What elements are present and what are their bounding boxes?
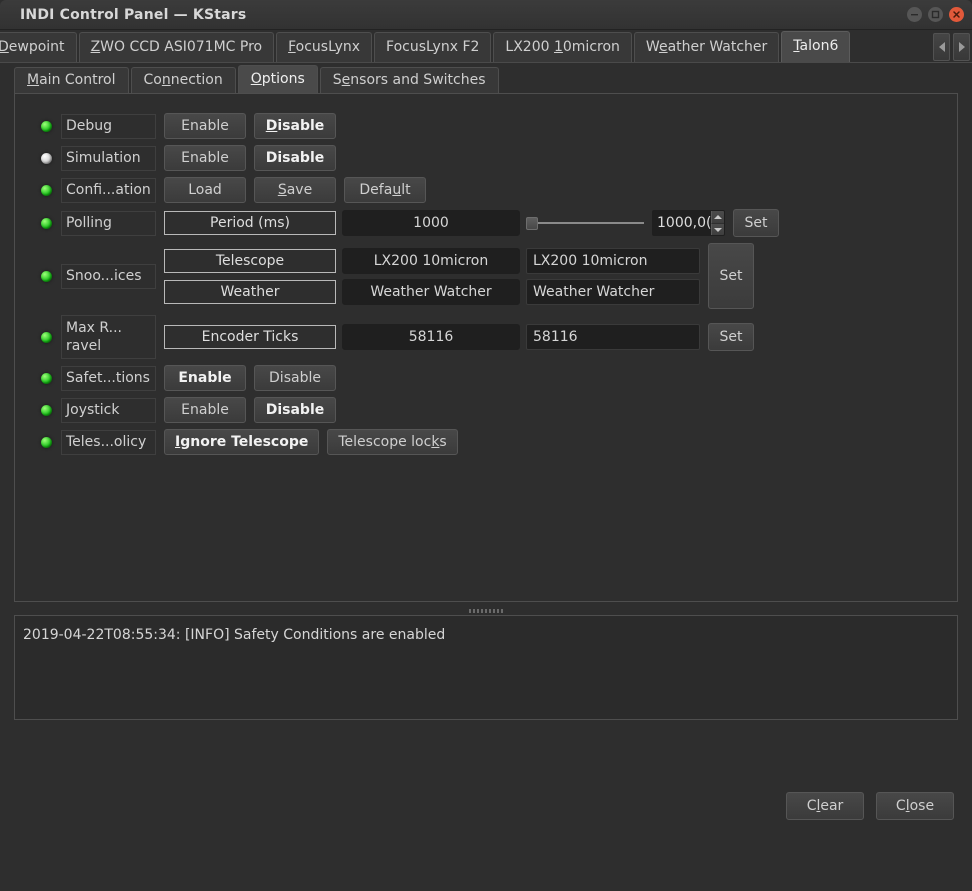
polling-slider-groove xyxy=(534,222,644,224)
property-label-configuration: Confi...ation xyxy=(61,177,156,203)
telescope-locks-button[interactable]: Telescope locks xyxy=(327,429,458,455)
log-pane[interactable]: 2019-04-22T08:55:34: [INFO] Safety Condi… xyxy=(14,615,958,720)
led-icon-safety-conditions xyxy=(41,372,52,384)
property-label-max-ravel-travel: Max R... ravel xyxy=(61,315,156,359)
maximize-icon[interactable] xyxy=(928,7,943,22)
snoop-telescope-value: LX200 10micron xyxy=(342,247,520,274)
led-icon-max-ravel-travel xyxy=(41,331,52,343)
joystick-enable-button[interactable]: Enable xyxy=(164,397,246,423)
led-icon-simulation xyxy=(41,152,52,164)
device-tab-zwo-ccd-asi071mc-pro[interactable]: ZWO CCD ASI071MC Pro xyxy=(78,32,275,62)
property-max-ravel-travel: Max R... ravel Encoder Ticks 58116 58116… xyxy=(15,312,957,362)
debug-disable-button[interactable]: Disable xyxy=(254,113,336,139)
snoop-telescope-field-name: Telescope xyxy=(164,248,336,273)
log-line: 2019-04-22T08:55:34: [INFO] Safety Condi… xyxy=(23,627,446,643)
snoop-weather-input[interactable]: Weather Watcher xyxy=(526,278,700,305)
snoop-row-telescope: Telescope LX200 10micron LX200 10micron xyxy=(164,247,708,274)
property-snoop-devices: Snoo...ices Telescope LX200 10micron LX2… xyxy=(15,240,957,312)
indi-control-panel-window: INDI Control Panel — KStars Dewpoint ZWO… xyxy=(0,0,972,891)
configuration-load-button[interactable]: Load xyxy=(164,177,246,203)
property-simulation: Simulation Enable Disable xyxy=(15,142,957,174)
scroll-left-icon[interactable] xyxy=(933,33,950,61)
close-button[interactable]: Close xyxy=(876,791,954,820)
device-tab-bar: Dewpoint ZWO CCD ASI071MC Pro FocusLynx … xyxy=(0,30,972,63)
device-tab-talon6[interactable]: Talon6 xyxy=(781,31,851,62)
snoop-devices-set-button[interactable]: Set xyxy=(708,243,754,309)
property-label-telescope-policy: Teles...olicy xyxy=(61,429,156,455)
snoop-weather-value: Weather Watcher xyxy=(342,278,520,305)
device-tab-dewpoint[interactable]: Dewpoint xyxy=(0,32,77,62)
property-label-simulation: Simulation xyxy=(61,145,156,171)
max-ravel-label-line1: Max R... xyxy=(66,320,122,336)
led-icon-snoop-devices xyxy=(41,270,52,282)
polling-set-button[interactable]: Set xyxy=(733,209,779,237)
property-telescope-policy: Teles...olicy Ignore Telescope Telescope… xyxy=(15,426,957,458)
snoop-weather-field-name: Weather xyxy=(164,279,336,304)
configuration-default-button[interactable]: Default xyxy=(344,177,426,203)
window-controls xyxy=(907,7,964,22)
property-label-joystick: Joystick xyxy=(61,397,156,423)
close-icon[interactable] xyxy=(949,7,964,22)
property-label-safety-conditions: Safet...tions xyxy=(61,365,156,391)
ignore-telescope-button[interactable]: Ignore Telescope xyxy=(164,429,320,455)
property-joystick: Joystick Enable Disable xyxy=(15,394,957,426)
tab-connection[interactable]: Connection xyxy=(130,67,236,93)
minimize-icon[interactable] xyxy=(907,7,922,22)
clear-button[interactable]: Clear xyxy=(786,791,864,820)
simulation-enable-button[interactable]: Enable xyxy=(164,145,246,171)
safety-conditions-disable-button[interactable]: Disable xyxy=(254,365,336,391)
options-page: Debug Enable Disable Simulation Enable D… xyxy=(14,93,958,602)
polling-spin-buttons xyxy=(711,211,724,235)
encoder-ticks-value: 58116 xyxy=(342,324,520,350)
snoop-telescope-input[interactable]: LX200 10micron xyxy=(526,247,700,274)
led-icon-polling xyxy=(41,217,52,229)
property-safety-conditions: Safet...tions Enable Disable xyxy=(15,362,957,394)
joystick-disable-button[interactable]: Disable xyxy=(254,397,336,423)
led-icon-telescope-policy xyxy=(41,436,52,448)
snoop-row-weather: Weather Weather Watcher Weather Watcher xyxy=(164,278,708,305)
led-icon-joystick xyxy=(41,404,52,416)
max-ravel-set-button[interactable]: Set xyxy=(708,323,754,351)
debug-enable-button[interactable]: Enable xyxy=(164,113,246,139)
polling-current-value: 1000 xyxy=(342,210,520,236)
property-label-snoop-devices: Snoo...ices xyxy=(61,263,156,289)
property-label-debug: Debug xyxy=(61,113,156,139)
property-configuration: Confi...ation Load Save Default xyxy=(15,174,957,206)
polling-spinbox[interactable]: 1000,0( xyxy=(652,210,725,236)
device-tab-lx200-10micron[interactable]: LX200 10micron xyxy=(493,32,632,62)
tab-sensors-and-switches[interactable]: Sensors and Switches xyxy=(319,67,499,93)
property-debug: Debug Enable Disable xyxy=(15,110,957,142)
footer: Clear Close xyxy=(0,720,972,891)
polling-spin-value[interactable]: 1000,0( xyxy=(653,211,711,235)
max-ravel-row-encoder-ticks: Encoder Ticks 58116 58116 xyxy=(164,324,708,350)
spin-up-icon[interactable] xyxy=(711,211,724,223)
log-splitter[interactable] xyxy=(14,606,958,615)
configuration-save-button[interactable]: Save xyxy=(254,177,336,203)
splitter-grip[interactable] xyxy=(469,608,503,613)
sub-tab-bar: Main Control Connection Options Sensors … xyxy=(0,63,972,93)
tab-options[interactable]: Options xyxy=(237,65,318,93)
polling-field-name: Period (ms) xyxy=(164,211,336,235)
scroll-right-icon[interactable] xyxy=(953,33,970,61)
safety-conditions-enable-button[interactable]: Enable xyxy=(164,365,246,391)
window-title: INDI Control Panel — KStars xyxy=(20,6,247,23)
led-icon-debug xyxy=(41,120,52,132)
simulation-disable-button[interactable]: Disable xyxy=(254,145,336,171)
spin-down-icon[interactable] xyxy=(711,223,724,235)
polling-slider[interactable] xyxy=(526,212,644,234)
tab-scroll-controls xyxy=(933,33,970,61)
property-polling: Polling Period (ms) 1000 1000,0( Set xyxy=(15,206,957,240)
device-tab-focuslynx-f2[interactable]: FocusLynx F2 xyxy=(374,32,492,62)
max-ravel-label-line2: ravel xyxy=(66,338,102,354)
titlebar: INDI Control Panel — KStars xyxy=(0,0,972,30)
property-label-polling: Polling xyxy=(61,210,156,236)
device-tab-weather-watcher[interactable]: Weather Watcher xyxy=(633,32,780,62)
led-icon-configuration xyxy=(41,184,52,196)
encoder-ticks-input[interactable]: 58116 xyxy=(526,324,700,350)
polling-slider-handle[interactable] xyxy=(526,217,538,230)
tab-main-control[interactable]: Main Control xyxy=(14,67,129,93)
device-tab-focuslynx[interactable]: FocusLynx xyxy=(276,32,373,62)
encoder-ticks-field-name: Encoder Ticks xyxy=(164,325,336,349)
